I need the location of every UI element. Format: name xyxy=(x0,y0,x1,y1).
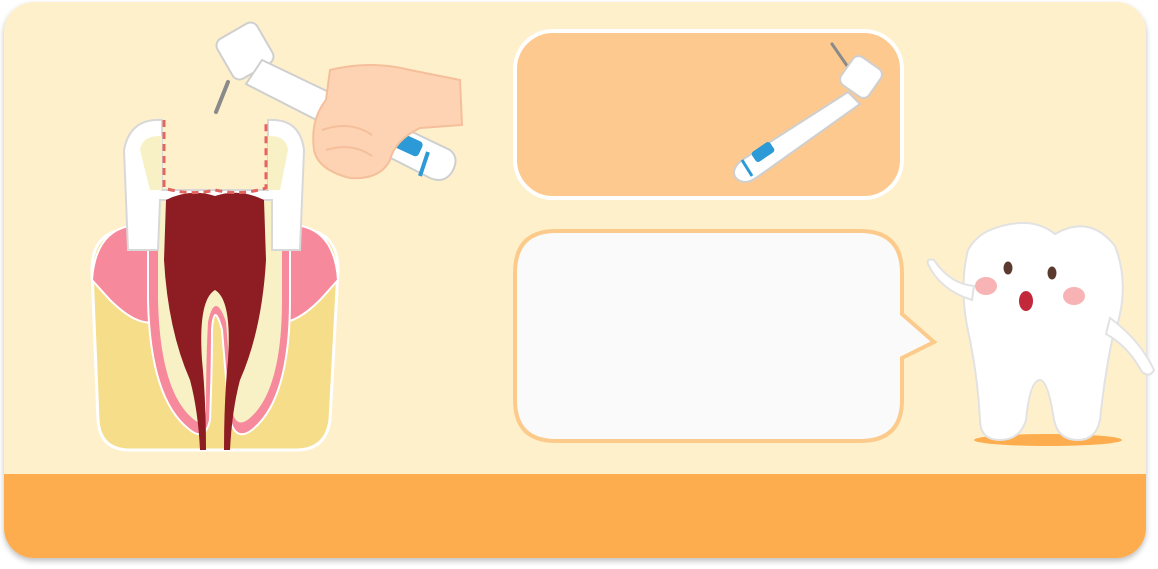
hand-drill-icon xyxy=(214,21,464,181)
speech-bubble xyxy=(513,229,938,443)
illustration-layer xyxy=(90,21,1156,452)
tooth-cross-section-icon xyxy=(90,118,340,452)
tooth-mascot-icon xyxy=(926,221,1156,446)
